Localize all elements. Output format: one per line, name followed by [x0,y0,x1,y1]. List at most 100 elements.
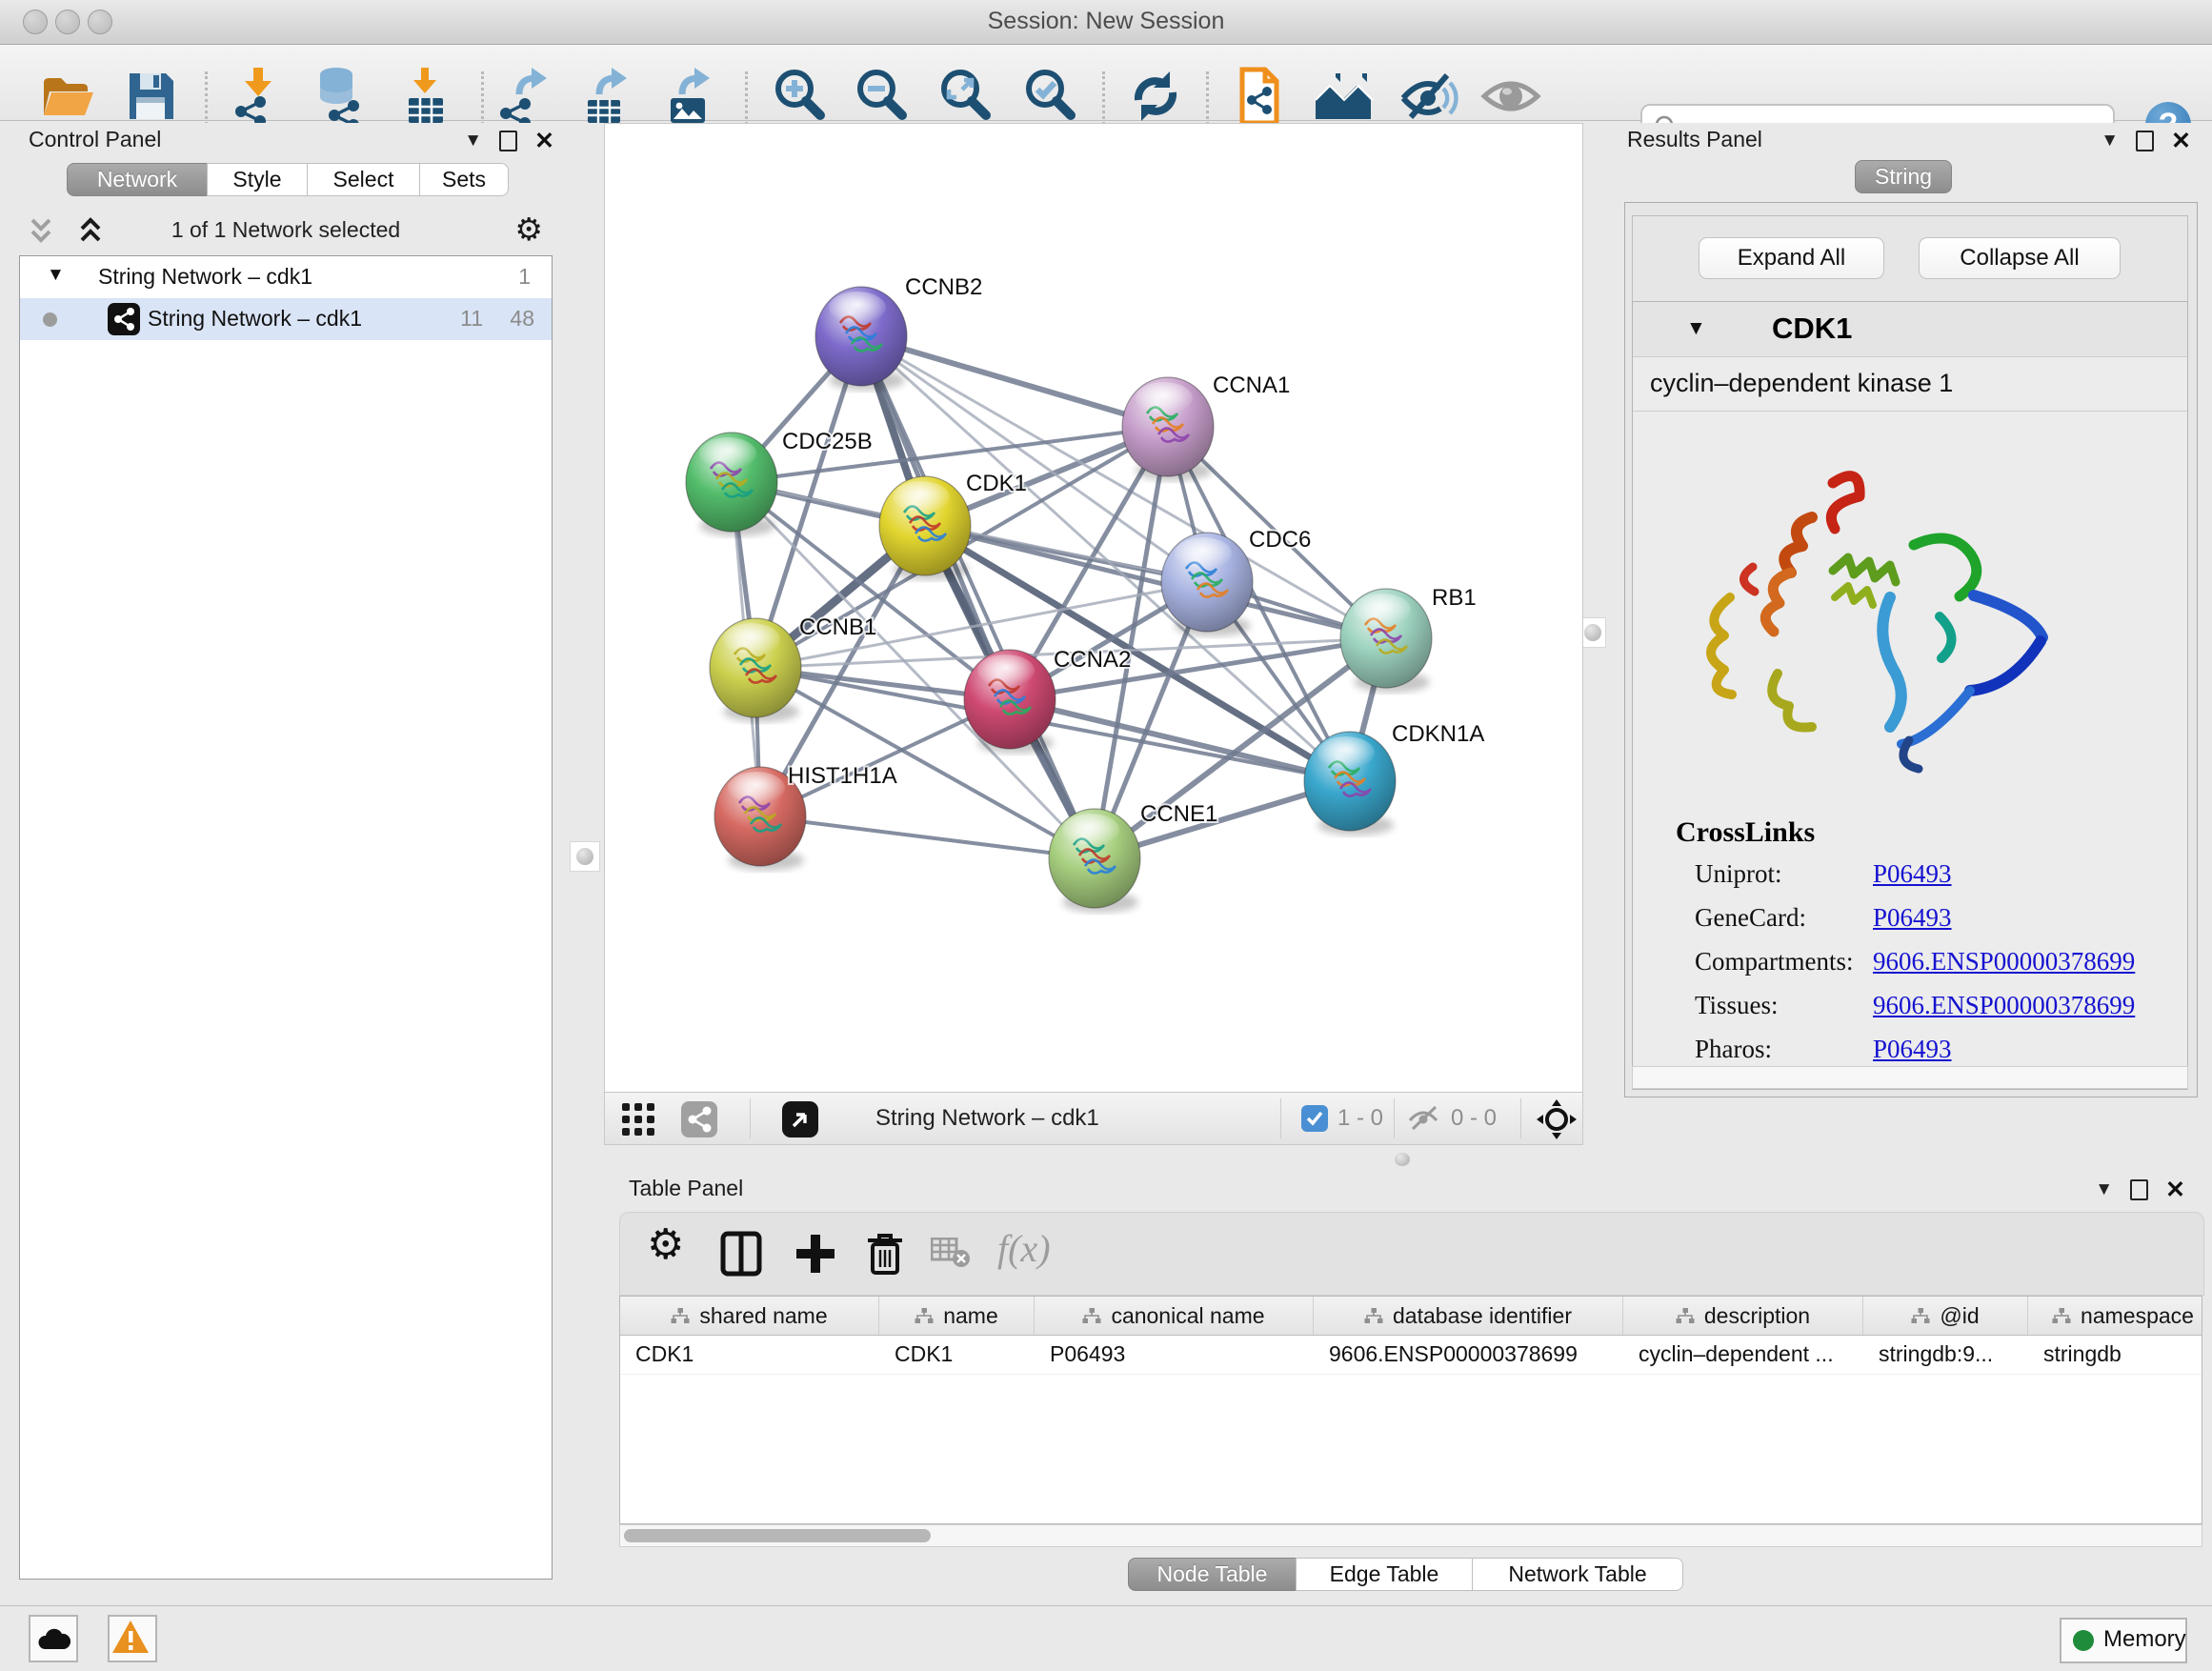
column-header-canonical-name[interactable]: canonical name [1035,1297,1314,1335]
network-canvas[interactable]: CCNB2 CCNA1 CDC25B CDK1 CDC6 RB1 CCNB1 C… [605,124,1582,1093]
birds-eye-view-icon[interactable] [1537,1099,1577,1144]
grid-view-icon[interactable] [622,1103,654,1140]
tab-network[interactable]: Network [67,163,208,196]
node-label-HIST1H1A: HIST1H1A [788,763,897,789]
show-columns-icon[interactable] [719,1231,765,1277]
delete-table-icon[interactable] [931,1238,976,1283]
create-column-icon[interactable] [794,1231,839,1277]
table-cell[interactable]: CDK1 [879,1336,1035,1374]
memory-button[interactable]: Memory [2060,1618,2187,1663]
cloud-status-button[interactable] [29,1615,78,1662]
results-panel-menu-icon[interactable]: ▼ [2101,131,2119,151]
string-network-graph[interactable]: CCNB2 CCNA1 CDC25B CDK1 CDC6 RB1 CCNB1 C… [605,124,1582,1093]
results-scroll-strip[interactable] [1632,1066,2188,1089]
table-settings-gear-icon[interactable]: ⚙ [647,1220,693,1266]
toolbar-home-view-icon[interactable] [1314,66,1375,127]
share-view-icon[interactable] [681,1101,717,1142]
network-collection-row[interactable]: ▼ String Network – cdk1 1 [20,256,552,298]
tab-edge-table[interactable]: Edge Table [1296,1558,1473,1591]
table-panel-float-icon[interactable] [2130,1179,2148,1200]
toolbar-export-image-icon[interactable] [659,66,720,127]
table-panel-menu-icon[interactable]: ▼ [2095,1179,2113,1200]
gene-expander-icon[interactable]: ▼ [1686,317,1706,340]
network-node-CCNA1[interactable] [1122,377,1214,481]
toolbar-zoom-in-icon[interactable] [770,66,831,127]
table-row[interactable]: CDK1CDK1P064939606.ENSP00000378699cyclin… [620,1336,2202,1375]
control-panel-menu-icon[interactable]: ▼ [464,131,482,151]
toolbar-import-table-icon[interactable] [394,66,455,127]
column-header-database-identifier[interactable]: database identifier [1314,1297,1623,1335]
toolbar-import-database-icon[interactable] [308,66,369,127]
network-list: ▼ String Network – cdk1 1 String Network… [19,255,553,1580]
toolbar-zoom-selected-icon[interactable] [1020,66,1081,127]
gene-header[interactable]: ▼ CDK1 [1633,302,2187,356]
toolbar-hide-selected-icon[interactable] [1398,66,1458,127]
tab-network-table[interactable]: Network Table [1472,1558,1683,1591]
tab-sets[interactable]: Sets [419,163,509,196]
toolbar-zoom-out-icon[interactable] [852,66,913,127]
column-header-shared-name[interactable]: shared name [620,1297,879,1335]
crosslink-row: Uniprot:P06493 [1695,859,2171,903]
column-header-name[interactable]: name [879,1297,1035,1335]
results-panel-float-icon[interactable] [2136,131,2154,151]
memory-label: Memory [2103,1626,2186,1653]
expand-all-button[interactable]: Expand All [1699,237,1884,279]
network-node-CDKN1A[interactable] [1304,732,1396,836]
column-header-description[interactable]: description [1623,1297,1863,1335]
table-cell[interactable]: stringdb:9... [1863,1336,2028,1374]
toolbar-refresh-layout-icon[interactable] [1125,66,1186,127]
scrollbar-thumb[interactable] [624,1529,931,1542]
crosslink-link[interactable]: P06493 [1873,1035,1952,1064]
horizontal-splitter-grip[interactable] [1386,1149,1418,1170]
left-splitter-grip[interactable] [570,841,600,872]
right-splitter-grip[interactable] [1579,617,1606,648]
column-header-namespace[interactable]: namespace [2028,1297,2202,1335]
crosslink-link[interactable]: 9606.ENSP00000378699 [1873,947,2135,976]
toolbar-export-table-icon[interactable] [576,66,637,127]
toolbar-separator [1206,71,1209,125]
table-cell[interactable]: CDK1 [620,1336,879,1374]
network-node-CCNB1[interactable] [710,618,801,722]
column-header-@id[interactable]: @id [1863,1297,2028,1335]
toolbar-share-document-icon[interactable] [1229,66,1290,127]
toolbar-show-eye-icon[interactable] [1480,66,1541,127]
delete-column-icon[interactable] [864,1231,910,1277]
node-label-RB1: RB1 [1432,585,1477,611]
collection-expander-icon[interactable]: ▼ [47,265,65,286]
toolbar-export-network-icon[interactable] [494,66,555,127]
control-panel-float-icon[interactable] [499,131,517,151]
table-horizontal-scrollbar[interactable] [619,1524,2202,1547]
selection-count-text: 1 of 1 Network selected [21,217,551,243]
toolbar-zoom-fit-icon[interactable] [935,66,996,127]
crosslink-link[interactable]: P06493 [1873,859,1952,889]
function-builder-icon[interactable]: f(x) [997,1226,1043,1272]
network-row-selected[interactable]: String Network – cdk1 11 48 [20,298,552,340]
network-view-toolbar: String Network – cdk1 1 - 0 0 - 0 [605,1092,1582,1144]
warnings-button[interactable] [108,1615,157,1662]
collapse-all-button[interactable]: Collapse All [1919,237,2121,279]
selected-checkbox-icon[interactable] [1301,1105,1328,1137]
table-cell[interactable]: P06493 [1035,1336,1314,1374]
open-in-window-icon[interactable] [782,1101,818,1142]
table-cell[interactable]: 9606.ENSP00000378699 [1314,1336,1623,1374]
tab-style[interactable]: Style [207,163,308,196]
table-cell[interactable]: cyclin–dependent ... [1623,1336,1863,1374]
tab-node-table[interactable]: Node Table [1128,1558,1297,1591]
crosslink-link[interactable]: 9606.ENSP00000378699 [1873,991,2135,1020]
toolbar-open-session-icon[interactable] [36,66,97,127]
crosslink-link[interactable]: P06493 [1873,903,1952,933]
tab-string[interactable]: String [1855,160,1952,193]
network-node-CDC25B[interactable] [686,433,777,536]
table-cell[interactable]: stringdb [2028,1336,2202,1374]
toolbar-import-network-icon[interactable] [228,66,289,127]
network-options-gear-icon[interactable]: ⚙ [514,211,543,248]
control-panel-close-icon[interactable]: ✕ [534,132,554,150]
table-panel-close-icon[interactable]: ✕ [2165,1181,2185,1198]
toolbar-save-session-icon[interactable] [120,66,181,127]
network-node-CCNE1[interactable] [1049,809,1140,913]
hidden-eye-icon[interactable] [1407,1104,1439,1137]
network-node-CDK1[interactable] [879,476,971,580]
results-panel-close-icon[interactable]: ✕ [2171,132,2191,150]
tab-select[interactable]: Select [307,163,420,196]
network-node-RB1[interactable] [1340,589,1432,693]
